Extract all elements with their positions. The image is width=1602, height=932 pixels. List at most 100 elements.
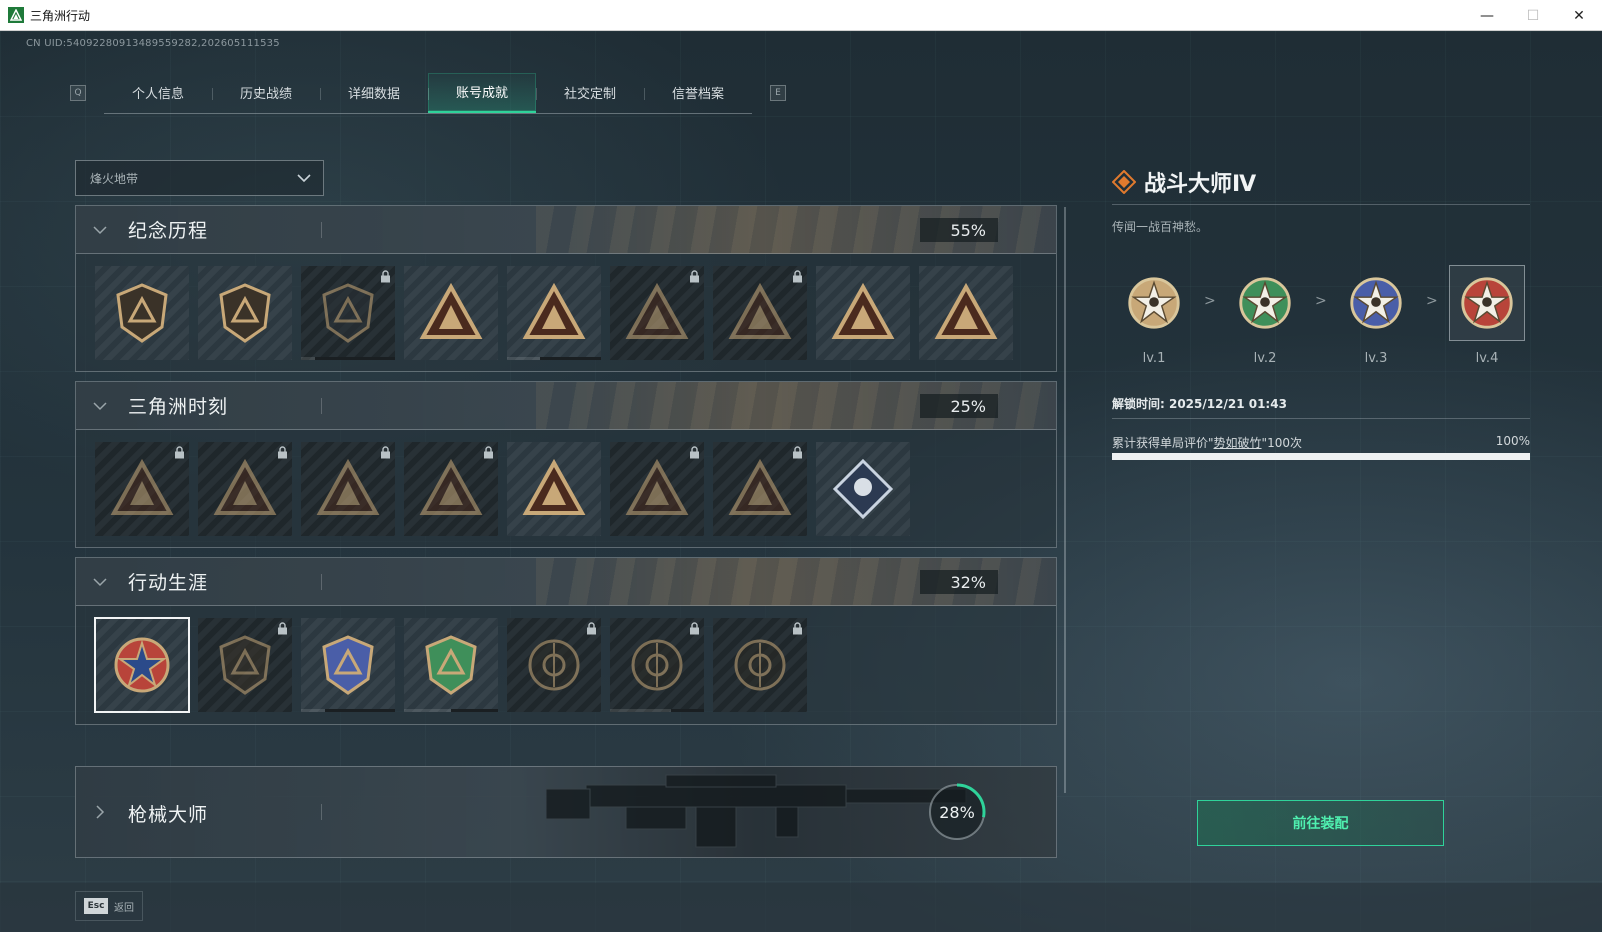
achievement-badge[interactable]: [610, 442, 704, 536]
level-star-emblem-icon: [1128, 277, 1180, 329]
achievement-badge[interactable]: [94, 617, 190, 713]
tab-1[interactable]: 历史战绩: [212, 73, 320, 113]
achievement-badge[interactable]: [198, 442, 292, 536]
badge-progress-fill: [539, 357, 601, 360]
achievement-badge[interactable]: [713, 266, 807, 360]
list-scrollbar[interactable]: [1064, 207, 1066, 793]
go-equip-button[interactable]: 前往装配: [1197, 800, 1444, 846]
achievement-badge[interactable]: [919, 266, 1013, 360]
chevron-down-icon: [297, 174, 311, 183]
lock-icon: [381, 446, 390, 459]
badge-progress-bar: [404, 709, 498, 712]
achievement-badge[interactable]: [507, 618, 601, 712]
gun-section-percent: 28%: [939, 802, 975, 822]
tab-strip: 个人信息 历史战绩 详细数据 账号成就 社交定制 信誉档案: [104, 72, 752, 114]
achievement-badge[interactable]: [301, 442, 395, 536]
minimize-button[interactable]: —: [1464, 0, 1510, 31]
crosshair-emblem-icon: [631, 639, 683, 691]
blue-shield-emblem-icon: [322, 635, 374, 695]
app-logo-icon: [8, 7, 24, 23]
achievement-badge[interactable]: [198, 266, 292, 360]
achievement-badge[interactable]: [198, 618, 292, 712]
combat-master-star-emblem-icon: [114, 637, 170, 693]
achievement-badge[interactable]: [507, 266, 601, 360]
achievement-badge[interactable]: [404, 618, 498, 712]
level-badge[interactable]: [1227, 265, 1303, 341]
uid-text: CN UID:540922809134895592​82,20260511153…: [26, 38, 280, 49]
chevron-down-icon: [93, 225, 107, 234]
tab-0[interactable]: 个人信息: [104, 73, 212, 113]
rose-diamond-emblem-icon: [832, 458, 894, 520]
tab-3[interactable]: 账号成就: [428, 72, 536, 113]
lock-icon: [175, 446, 184, 459]
level-star-emblem-icon: [1461, 277, 1513, 329]
level-star-emblem-icon: [1239, 277, 1291, 329]
condition-link[interactable]: 势如破竹: [1214, 436, 1262, 450]
achievement-badge[interactable]: [301, 266, 395, 360]
game-main-area: CN UID:540922809134895592​82,20260511153…: [0, 31, 1602, 932]
badge-progress-fill: [671, 709, 704, 712]
badge-row: [76, 254, 1056, 360]
achievement-badge[interactable]: [610, 266, 704, 360]
level-label: lv.2: [1253, 351, 1277, 366]
tab-4[interactable]: 社交定制: [536, 73, 644, 113]
achievement-badge[interactable]: [301, 618, 395, 712]
section-percent: 55%: [920, 218, 998, 242]
e-key-hint[interactable]: E: [770, 85, 786, 101]
achievement-badge[interactable]: [404, 266, 498, 360]
tab-bar: Q 个人信息 历史战绩 详细数据 账号成就 社交定制 信誉档案 E: [70, 72, 786, 114]
section-percent: 25%: [920, 394, 998, 418]
wreath-triangle-emblem-icon: [419, 458, 483, 515]
unlock-time: 解锁时间: 2025/12/21 01:43: [1112, 397, 1287, 411]
close-button[interactable]: ✕: [1556, 0, 1602, 31]
achievement-badge[interactable]: [610, 618, 704, 712]
divider: [321, 804, 322, 820]
achievement-badge[interactable]: [713, 442, 807, 536]
achievement-badge[interactable]: [816, 442, 910, 536]
badge-progress-bar: [507, 357, 601, 360]
chevron-right-icon: [96, 805, 105, 819]
achievement-badge[interactable]: [816, 266, 910, 360]
achievement-badge[interactable]: [95, 442, 189, 536]
achievement-description: 传闻一战百神愁。: [1112, 220, 1209, 234]
achievement-badge[interactable]: [507, 442, 601, 536]
section-gun-master[interactable]: 枪械大师 28%: [75, 766, 1057, 858]
condition-progress-bar: [1112, 453, 1530, 460]
window-title: 三角洲行动: [30, 8, 91, 23]
level-badge[interactable]: [1338, 265, 1414, 341]
level-label: lv.3: [1364, 351, 1388, 366]
diamond-icon: [1112, 170, 1136, 194]
footer-bar: [0, 883, 1602, 932]
lock-icon: [484, 446, 493, 459]
badge-progress-bar: [610, 709, 704, 712]
green-shield-emblem-icon: [425, 635, 477, 695]
achievement-badge[interactable]: [713, 618, 807, 712]
tab-5[interactable]: 信誉档案: [644, 73, 752, 113]
section-title: 纪念历程: [128, 220, 209, 242]
level-star-emblem-icon: [1350, 277, 1402, 329]
tiger-triangle-emblem-icon: [625, 458, 689, 515]
section-header[interactable]: 行动生涯 32%: [76, 558, 1056, 606]
section-header[interactable]: 纪念历程 55%: [76, 206, 1056, 254]
maximize-button[interactable]: ☐: [1510, 0, 1556, 31]
divider: [1112, 418, 1530, 419]
divider: [321, 574, 322, 590]
hand-triangle-emblem-icon: [831, 282, 895, 339]
level-badge[interactable]: [1116, 265, 1192, 341]
achievement-badge[interactable]: [95, 266, 189, 360]
tab-2[interactable]: 详细数据: [320, 73, 428, 113]
badge-progress-bar: [301, 709, 395, 712]
achievement-title: 战斗大师Ⅳ: [1144, 172, 1257, 197]
lock-icon: [690, 270, 699, 283]
badge-progress-fill: [324, 709, 395, 712]
condition-percent: 100%: [1495, 434, 1530, 448]
level-badge[interactable]: [1449, 265, 1525, 341]
level-arrow: >: [1315, 293, 1327, 309]
section-header[interactable]: 三角洲时刻 25%: [76, 382, 1056, 430]
mode-dropdown[interactable]: 烽火地带: [75, 160, 324, 196]
achievement-badge[interactable]: [404, 442, 498, 536]
back-button[interactable]: Esc 返回: [75, 891, 143, 921]
q-key-hint[interactable]: Q: [70, 85, 86, 101]
robot-triangle-emblem-icon: [213, 458, 277, 515]
squad-triangle-emblem-icon: [522, 458, 586, 515]
